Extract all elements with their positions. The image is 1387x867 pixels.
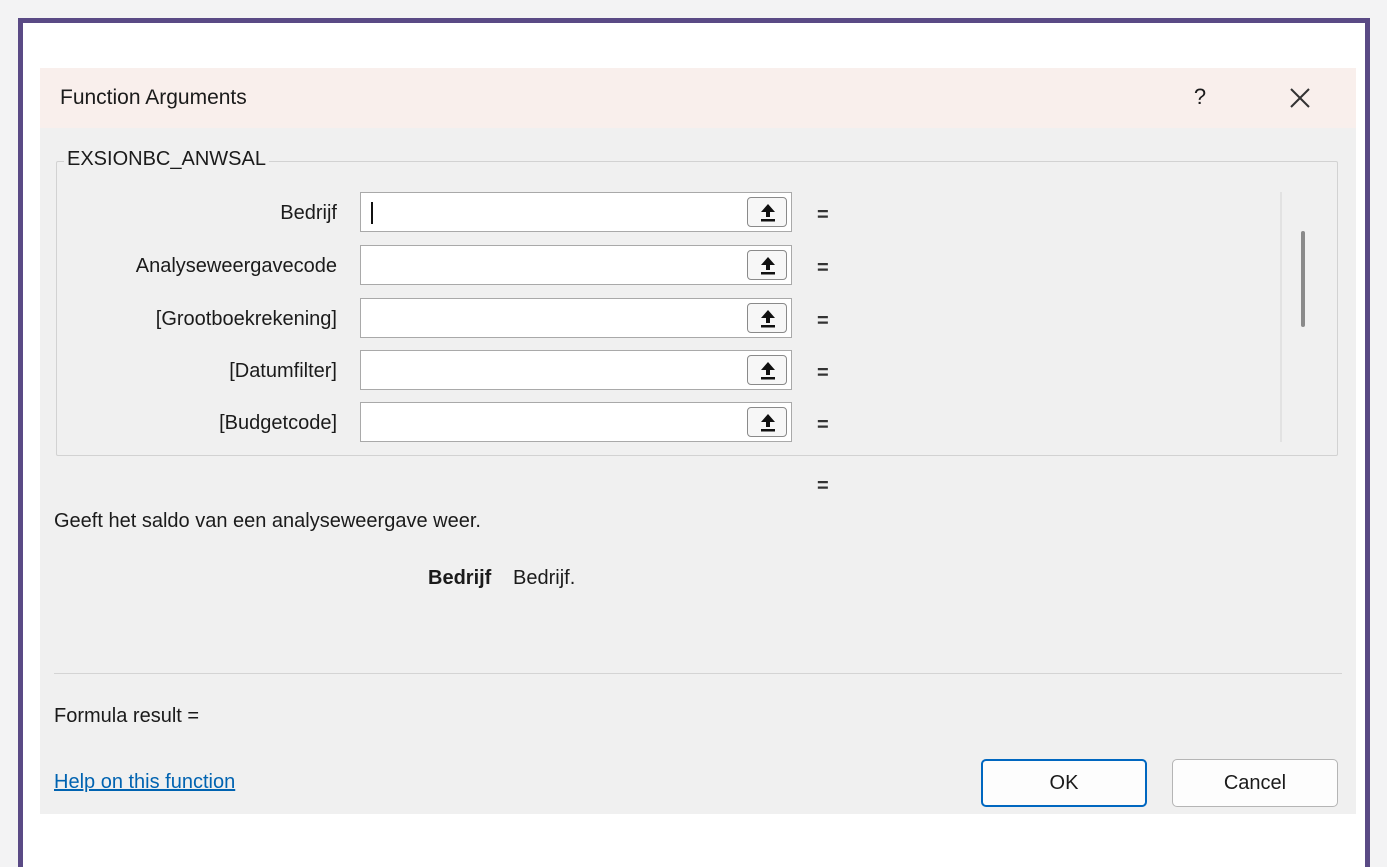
function-name: EXSIONBC_ANWSAL (64, 148, 269, 171)
arg-label-datumfilter: [Datumfilter] (229, 360, 337, 382)
function-result-equals: = (817, 475, 829, 497)
arg-field-budgetcode[interactable] (361, 403, 745, 441)
arrow-up-icon (761, 414, 775, 432)
ok-button[interactable]: OK (981, 759, 1147, 807)
text-cursor (371, 202, 373, 224)
arg-equals: = (817, 310, 829, 332)
arg-input-analyseweergavecode[interactable] (360, 245, 792, 285)
function-description: Geeft het saldo van een analyseweergave … (54, 510, 481, 532)
collapse-dialog-button[interactable] (747, 250, 787, 280)
dialog-title: Function Arguments (60, 86, 247, 109)
arrow-up-icon (761, 204, 775, 222)
argument-description-text: Bedrijf. (513, 567, 576, 589)
arg-label-budgetcode: [Budgetcode] (219, 412, 337, 434)
scrollbar-thumb[interactable] (1301, 231, 1305, 327)
arg-input-datumfilter[interactable] (360, 350, 792, 390)
arg-input-budgetcode[interactable] (360, 402, 792, 442)
collapse-dialog-button[interactable] (747, 197, 787, 227)
arg-field-grootboekrekening[interactable] (361, 299, 745, 337)
arg-label-bedrijf: Bedrijf (280, 202, 337, 224)
divider (54, 673, 1342, 674)
arg-equals: = (817, 204, 829, 226)
help-button[interactable]: ? (1182, 80, 1218, 116)
collapse-dialog-button[interactable] (747, 303, 787, 333)
arg-label-grootboekrekening: [Grootboekrekening] (155, 308, 337, 330)
close-button[interactable] (1280, 78, 1320, 118)
cancel-button[interactable]: Cancel (1172, 759, 1338, 807)
scrollbar-track[interactable] (1280, 192, 1282, 442)
arg-input-grootboekrekening[interactable] (360, 298, 792, 338)
arg-label-analyseweergavecode: Analyseweergavecode (135, 255, 337, 277)
collapse-dialog-button[interactable] (747, 355, 787, 385)
arrow-up-icon (761, 362, 775, 380)
collapse-dialog-button[interactable] (747, 407, 787, 437)
arrow-up-icon (761, 310, 775, 328)
title-bar: Function Arguments ? (40, 68, 1356, 128)
arg-field-bedrijf[interactable] (361, 193, 745, 231)
arg-input-bedrijf[interactable] (360, 192, 792, 232)
arg-field-analyseweergavecode[interactable] (361, 246, 745, 284)
close-icon (1290, 88, 1310, 108)
arrow-up-icon (761, 257, 775, 275)
arg-equals: = (817, 414, 829, 436)
arg-equals: = (817, 362, 829, 384)
argument-description-name: Bedrijf (428, 567, 492, 589)
arg-equals: = (817, 257, 829, 279)
arg-field-datumfilter[interactable] (361, 351, 745, 389)
formula-result: Formula result = (54, 705, 200, 727)
function-arguments-dialog: Function Arguments ? EXSIONBC_ANWSAL Bed… (40, 68, 1356, 814)
help-on-function-link[interactable]: Help on this function (54, 771, 235, 794)
